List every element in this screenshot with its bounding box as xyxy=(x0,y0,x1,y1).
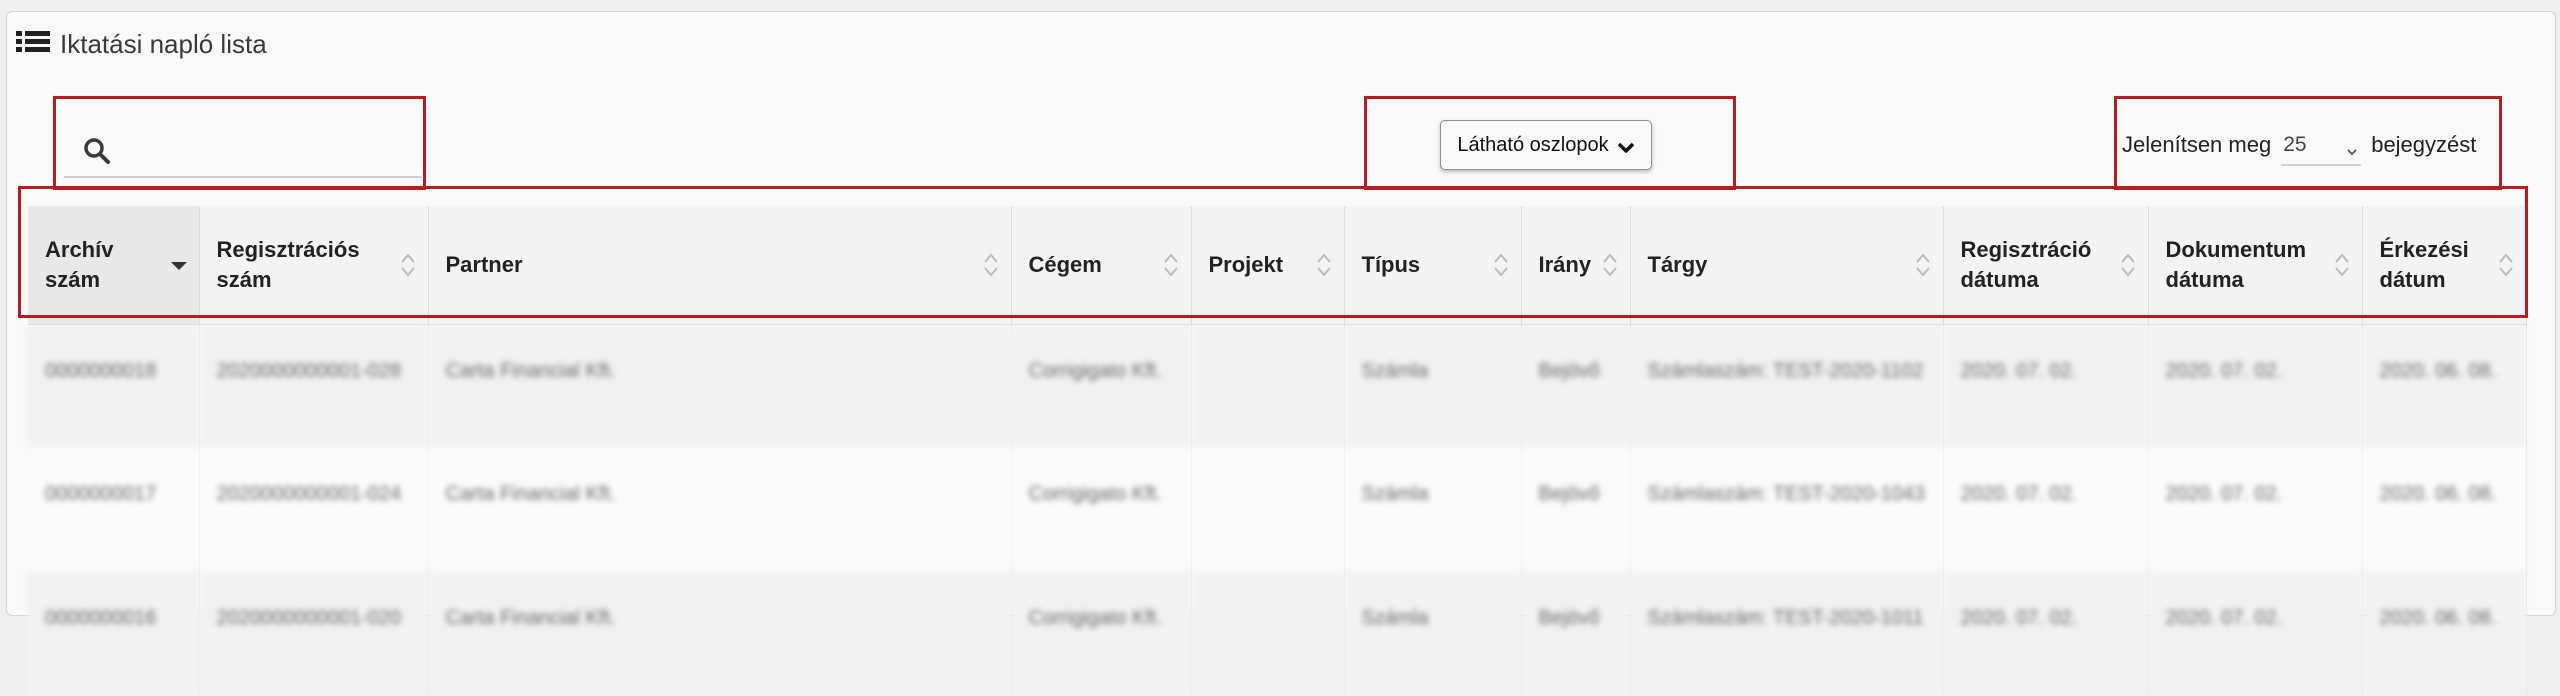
highlight-box-columns-button xyxy=(1364,96,1736,190)
table-cell: Számlaszám: TEST-2020-1102 xyxy=(1630,324,1944,448)
table-cell: Számla xyxy=(1344,448,1522,572)
table-cell: 2020. 06. 08. xyxy=(2362,572,2527,696)
table-cell: 0000000017 xyxy=(28,448,200,572)
table-cell: 2020000000001-020 xyxy=(199,572,429,696)
table-cell: Carta Financial Kft. xyxy=(428,324,1012,448)
table-cell: Bejövő xyxy=(1521,572,1631,696)
table-cell xyxy=(1191,324,1345,448)
table-row[interactable]: 0000000016 2020000000001-020 Carta Finan… xyxy=(28,572,2527,696)
highlight-box-search xyxy=(53,96,426,190)
table-cell xyxy=(1191,572,1345,696)
table-cell: Bejövő xyxy=(1521,324,1631,448)
table-cell: Corrigigato Kft. xyxy=(1011,572,1192,696)
highlight-box-table-header xyxy=(18,186,2528,318)
table-cell: 2020. 07. 02. xyxy=(1943,572,2149,696)
table-cell: Számlaszám: TEST-2020-1011 xyxy=(1630,572,1944,696)
table-row[interactable]: 0000000017 2020000000001-024 Carta Finan… xyxy=(28,448,2527,572)
table-cell: 2020. 06. 08. xyxy=(2362,448,2527,572)
highlight-box-page-length xyxy=(2114,96,2502,190)
table-cell: 2020000000001-024 xyxy=(199,448,429,572)
page-title: Iktatási napló lista xyxy=(60,28,267,59)
table-cell: 2020. 07. 02. xyxy=(1943,448,2149,572)
table-cell: Carta Financial Kft. xyxy=(428,572,1012,696)
table-cell: Corrigigato Kft. xyxy=(1011,324,1192,448)
table-row[interactable]: 0000000018 2020000000001-028 Carta Finan… xyxy=(28,324,2527,448)
table-cell: Számlaszám: TEST-2020-1043 xyxy=(1630,448,1944,572)
table-cell: Bejövő xyxy=(1521,448,1631,572)
table-cell: 2020000000001-028 xyxy=(199,324,429,448)
table-cell: 2020. 07. 02. xyxy=(1943,324,2149,448)
table-cell: 2020. 07. 02. xyxy=(2148,324,2363,448)
table-cell: 2020. 07. 02. xyxy=(2148,572,2363,696)
table-cell: 0000000016 xyxy=(28,572,200,696)
table-cell xyxy=(1191,448,1345,572)
table-cell: Számla xyxy=(1344,572,1522,696)
table-cell: 2020. 06. 08. xyxy=(2362,324,2527,448)
panel-title: Iktatási napló lista xyxy=(16,26,267,62)
table-cell: 2020. 07. 02. xyxy=(2148,448,2363,572)
table-cell: Carta Financial Kft. xyxy=(428,448,1012,572)
table-cell: 0000000018 xyxy=(28,324,200,448)
list-icon xyxy=(16,30,50,58)
table-cell: Számla xyxy=(1344,324,1522,448)
table-cell: Corrigigato Kft. xyxy=(1011,448,1192,572)
